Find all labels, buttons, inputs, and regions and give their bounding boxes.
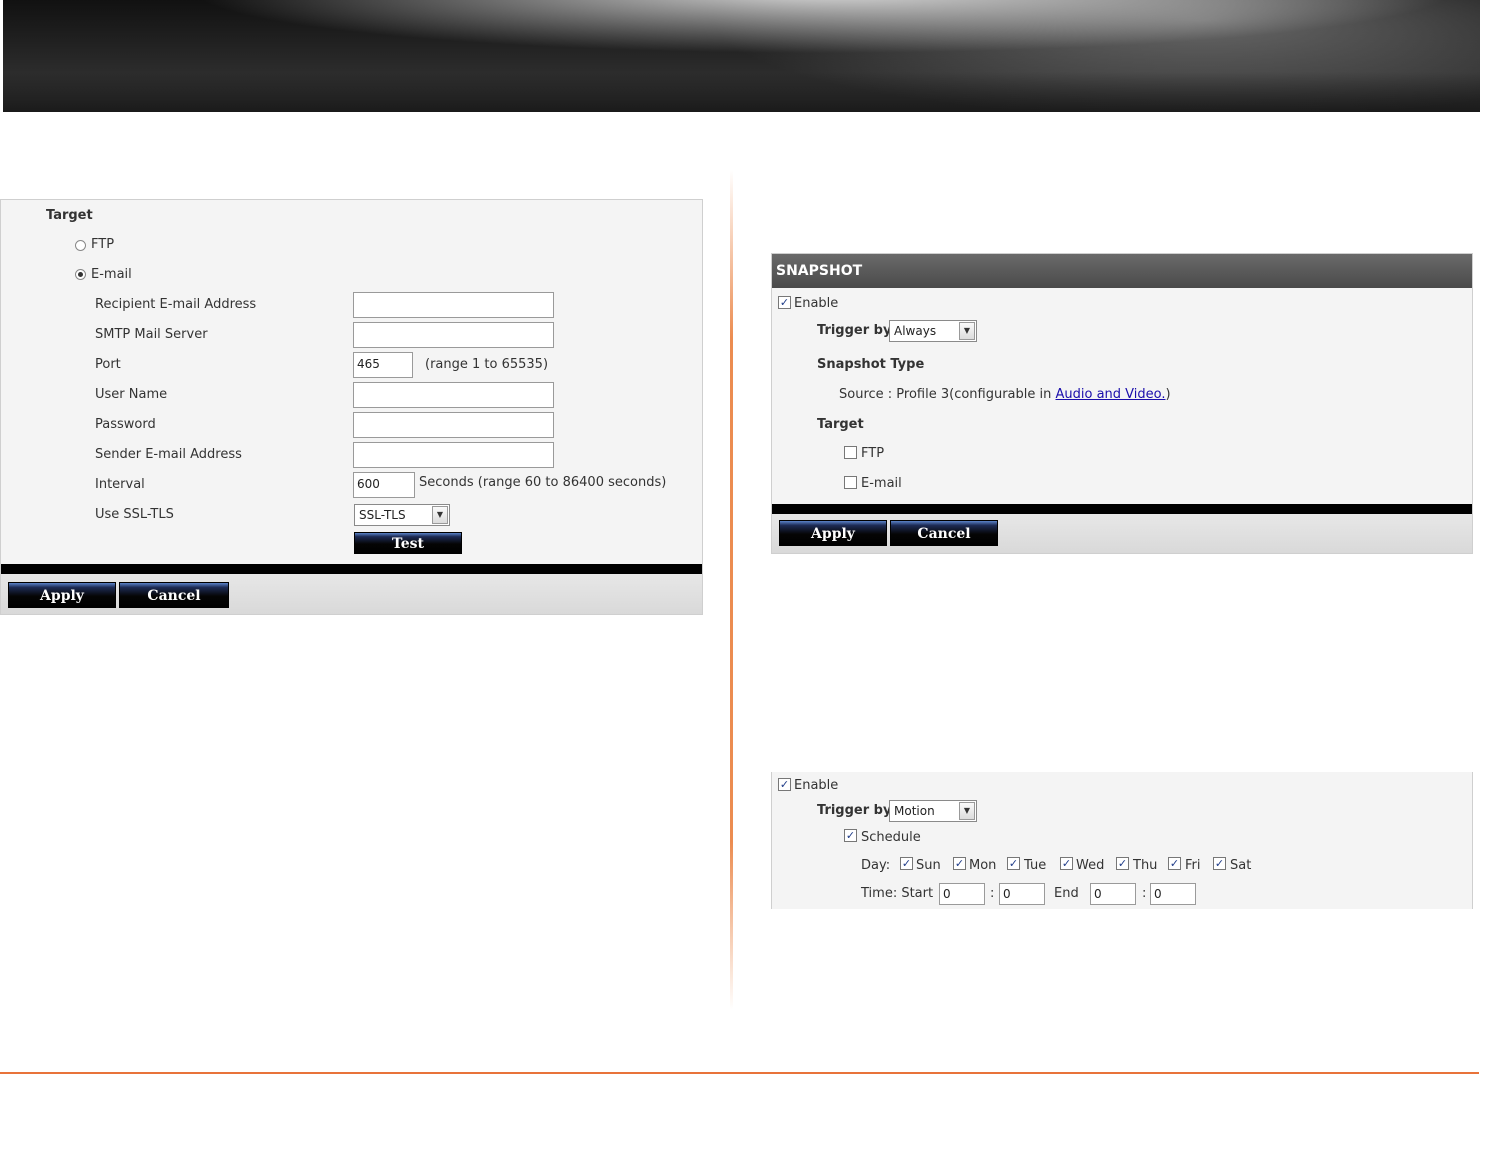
password-label: Password	[95, 417, 156, 432]
target-label: Target	[46, 208, 93, 223]
day-thu-checkbox[interactable]: ✓	[1116, 857, 1129, 870]
ssl-select[interactable]: SSL-TLS ▼	[354, 504, 450, 526]
day-sat-label: Sat	[1230, 858, 1252, 873]
day-wed-checkbox[interactable]: ✓	[1060, 857, 1073, 870]
port-label: Port	[95, 357, 121, 372]
start-colon: :	[990, 886, 995, 901]
email-settings-panel: Target FTP E-mail Recipient E-mail Addre…	[0, 199, 703, 615]
password-input[interactable]	[353, 412, 554, 438]
username-input[interactable]	[353, 382, 554, 408]
day-tue-label: Tue	[1024, 858, 1047, 873]
day-mon-checkbox[interactable]: ✓	[953, 857, 966, 870]
recipient-email-input[interactable]	[353, 292, 554, 318]
header-banner	[3, 0, 1480, 112]
port-range-hint: (range 1 to 65535)	[425, 357, 549, 372]
sender-label: Sender E-mail Address	[95, 447, 242, 462]
snapshot-target-label: Target	[817, 417, 864, 432]
schedule-enable-label: Enable	[794, 778, 839, 793]
test-button[interactable]: Test	[354, 532, 462, 554]
snapshot-ftp-checkbox[interactable]	[844, 446, 857, 459]
day-fri-label: Fri	[1185, 858, 1201, 873]
snapshot-enable-checkbox[interactable]: ✓	[778, 296, 791, 309]
snapshot-type-label: Snapshot Type	[817, 357, 925, 372]
schedule-label: Schedule	[861, 830, 921, 845]
interval-label: Interval	[95, 477, 145, 492]
snapshot-source-text: Source : Profile 3(configurable in	[839, 387, 1056, 402]
footer-divider	[0, 1072, 1479, 1074]
smtp-server-input[interactable]	[353, 322, 554, 348]
schedule-trigger-value: Motion	[894, 804, 935, 818]
snapshot-source: Source : Profile 3(configurable in Audio…	[839, 387, 1171, 402]
snapshot-email-label: E-mail	[861, 476, 902, 491]
ftp-radio-label: FTP	[91, 237, 115, 252]
snapshot-email-checkbox[interactable]	[844, 476, 857, 489]
day-tue-checkbox[interactable]: ✓	[1007, 857, 1020, 870]
day-sat-checkbox[interactable]: ✓	[1213, 857, 1226, 870]
end-hour-input[interactable]: 0	[1090, 883, 1136, 905]
email-radio-label: E-mail	[91, 267, 132, 282]
audio-video-link[interactable]: Audio and Video.	[1056, 387, 1166, 402]
time-start-label: Time: Start	[861, 886, 934, 901]
port-input[interactable]: 465	[353, 352, 413, 378]
day-label: Day:	[861, 858, 891, 873]
schedule-trigger-select[interactable]: Motion ▼	[889, 800, 977, 822]
snapshot-cancel-button[interactable]: Cancel	[890, 520, 998, 546]
end-colon: :	[1142, 886, 1147, 901]
snapshot-ftp-label: FTP	[861, 446, 885, 461]
snapshot-title: SNAPSHOT	[772, 254, 1472, 288]
snapshot-source-close: )	[1165, 387, 1171, 402]
ssl-label: Use SSL-TLS	[95, 507, 174, 522]
recipient-label: Recipient E-mail Address	[95, 297, 257, 312]
day-mon-label: Mon	[969, 858, 997, 873]
chevron-down-icon: ▼	[959, 802, 975, 820]
day-sun-label: Sun	[916, 858, 941, 873]
sender-email-input[interactable]	[353, 442, 554, 468]
username-label: User Name	[95, 387, 168, 402]
snapshot-panel-footer: Apply Cancel	[772, 514, 1472, 553]
email-radio[interactable]	[75, 269, 86, 280]
ftp-radio[interactable]	[75, 240, 86, 251]
schedule-trigger-label: Trigger by	[817, 803, 892, 818]
start-minute-input[interactable]: 0	[999, 883, 1045, 905]
day-sun-checkbox[interactable]: ✓	[900, 857, 913, 870]
smtp-label: SMTP Mail Server	[95, 327, 208, 342]
snapshot-apply-button[interactable]: Apply	[779, 520, 887, 546]
end-minute-input[interactable]: 0	[1150, 883, 1196, 905]
chevron-down-icon: ▼	[959, 322, 975, 340]
schedule-panel: ✓ Enable Trigger by Motion ▼ ✓ Schedule …	[771, 772, 1473, 909]
day-wed-label: Wed	[1076, 858, 1105, 873]
snapshot-enable-label: Enable	[794, 296, 839, 311]
snapshot-divider-bar	[772, 504, 1472, 514]
chevron-down-icon: ▼	[432, 506, 448, 524]
interval-range-hint: Seconds (range 60 to 86400 seconds)	[419, 475, 667, 490]
cancel-button[interactable]: Cancel	[119, 582, 229, 608]
apply-button[interactable]: Apply	[8, 582, 116, 608]
snapshot-trigger-label: Trigger by	[817, 323, 892, 338]
day-fri-checkbox[interactable]: ✓	[1168, 857, 1181, 870]
panel-divider-bar	[1, 564, 702, 574]
snapshot-trigger-value: Always	[894, 324, 937, 338]
schedule-checkbox[interactable]: ✓	[844, 829, 857, 842]
start-hour-input[interactable]: 0	[939, 883, 985, 905]
time-end-label: End	[1054, 886, 1079, 901]
snapshot-trigger-select[interactable]: Always ▼	[889, 320, 977, 342]
column-divider	[730, 170, 733, 1010]
day-thu-label: Thu	[1133, 858, 1158, 873]
interval-input[interactable]: 600	[353, 472, 415, 498]
ssl-select-value: SSL-TLS	[359, 508, 406, 522]
email-panel-footer: Apply Cancel	[1, 574, 702, 614]
snapshot-panel: SNAPSHOT ✓ Enable Trigger by Always ▼ Sn…	[771, 253, 1473, 554]
schedule-enable-checkbox[interactable]: ✓	[778, 778, 791, 791]
